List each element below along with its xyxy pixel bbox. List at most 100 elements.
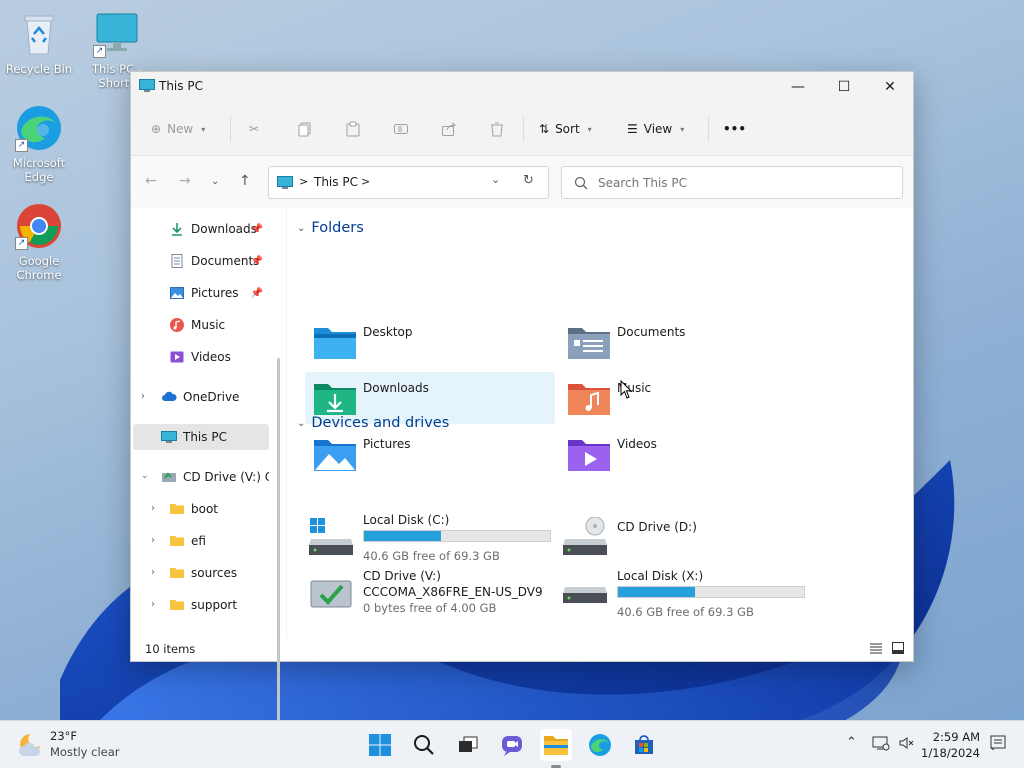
folder-icon [544, 736, 568, 755]
copy-button[interactable] [297, 117, 313, 141]
network-icon[interactable] [872, 735, 890, 751]
breadcrumb-separator[interactable]: > [361, 175, 370, 188]
copy-icon [298, 122, 311, 137]
chevron-down-icon: ⌄ [297, 417, 306, 429]
rename-button[interactable] [393, 117, 409, 141]
videos-folder-icon [568, 440, 610, 471]
folder-icon [170, 504, 184, 514]
details-view-icon[interactable] [869, 641, 883, 655]
search-box[interactable] [561, 166, 903, 199]
sidebar-item-cd-drive-v[interactable]: CD Drive (V:) CCCOMA_X86FRE_EN-US_DV9 [133, 464, 269, 490]
notification-icon[interactable] [990, 735, 1006, 751]
monitor-icon: ↗ [93, 10, 141, 58]
taskbar: 23°F Mostly clear ⌃ 2:59 AM 1/18/2024 [0, 720, 1024, 768]
delete-button[interactable] [489, 117, 505, 141]
sidebar-item-documents[interactable]: Documents 📌 [133, 248, 269, 274]
sidebar-item-videos[interactable]: Videos [133, 344, 269, 370]
drive-tile-x[interactable]: Local Disk (X:) 40.6 GB free of 69.3 GB [559, 569, 809, 625]
show-hidden-icons-chevron[interactable]: ⌃ [846, 735, 857, 750]
clock[interactable]: 2:59 AM 1/18/2024 [921, 729, 980, 761]
pin-icon[interactable]: 📌 [251, 224, 263, 235]
file-explorer-window: This PC — ☐ ✕ ⊕ New ▾ ✂ ⇅ Sort ▾ ☰ View … [130, 71, 914, 738]
drive-tile-v[interactable]: CD Drive (V:) CCCOMA_X86FRE_EN-US_DV9 0 … [305, 569, 555, 625]
sidebar-item-support[interactable]: support [133, 592, 269, 618]
up-button[interactable]: ↑ [239, 173, 251, 189]
view-button[interactable]: ☰ View ▾ [627, 117, 684, 141]
refresh-icon[interactable]: ↻ [523, 173, 534, 188]
address-bar[interactable]: > This PC > ⌄ ↻ [268, 166, 549, 199]
pin-icon[interactable]: 📌 [251, 256, 263, 267]
folder-tile-desktop[interactable]: Desktop [305, 316, 555, 368]
close-button[interactable]: ✕ [867, 72, 913, 102]
chevron-down-icon: ▾ [680, 124, 685, 134]
start-button[interactable] [364, 729, 396, 761]
sort-button[interactable]: ⇅ Sort ▾ [539, 117, 592, 141]
sidebar-item-downloads[interactable]: Downloads 📌 [133, 216, 269, 242]
folder-label: Downloads [363, 381, 429, 395]
shortcut-arrow-icon: ↗ [15, 237, 28, 250]
sidebar-item-sources[interactable]: sources [133, 560, 269, 586]
search-button[interactable] [408, 729, 440, 761]
divider [708, 116, 709, 142]
monitor-icon [161, 431, 177, 443]
volume-muted-icon[interactable] [898, 735, 914, 751]
folder-tile-music[interactable]: Music [559, 372, 809, 424]
trash-icon [491, 122, 503, 137]
desktop-recycle-bin[interactable]: Recycle Bin [0, 10, 78, 76]
sidebar-item-pictures[interactable]: Pictures 📌 [133, 280, 269, 306]
recent-locations-button[interactable]: ⌄ [211, 176, 219, 187]
chat-button[interactable] [496, 729, 528, 761]
drive-tile-c[interactable]: Local Disk (C:) 40.6 GB free of 69.3 GB [305, 513, 555, 569]
new-button[interactable]: ⊕ New ▾ [151, 117, 205, 141]
file-explorer-taskbar-button[interactable] [540, 729, 572, 761]
minimize-button[interactable]: — [775, 72, 821, 102]
folder-tile-videos[interactable]: Videos [559, 428, 809, 480]
drive-tile-d[interactable]: CD Drive (D:) [559, 513, 809, 569]
pictures-folder-icon [314, 440, 356, 471]
drive-name: Local Disk (C:) [363, 513, 450, 527]
cd-install-icon [310, 580, 352, 608]
sidebar-item-boot[interactable]: boot [133, 496, 269, 522]
cd-drive-icon [563, 517, 607, 555]
more-options-button[interactable]: ••• [723, 117, 746, 141]
forward-button[interactable]: → [179, 173, 191, 189]
section-header-folders[interactable]: ⌄ Folders [297, 220, 364, 236]
tiles-view-icon[interactable] [891, 641, 905, 655]
drive-free-space: 0 bytes free of 4.00 GB [363, 601, 497, 615]
title-bar[interactable]: This PC — ☐ ✕ [131, 72, 913, 102]
sidebar-item-onedrive[interactable]: OneDrive [133, 384, 269, 410]
sidebar-item-music[interactable]: Music [133, 312, 269, 338]
desktop-edge[interactable]: ↗ Microsoft Edge [0, 104, 78, 184]
task-view-button[interactable] [452, 729, 484, 761]
folder-label: Pictures [363, 437, 411, 451]
folder-tile-pictures[interactable]: Pictures [305, 428, 555, 480]
edge-icon: ↗ [15, 104, 63, 152]
paste-button[interactable] [345, 117, 361, 141]
sort-label: Sort [555, 122, 580, 136]
maximize-button[interactable]: ☐ [821, 72, 867, 102]
cut-button[interactable]: ✂ [249, 117, 259, 141]
drive-usage-bar [363, 530, 551, 542]
edge-taskbar-button[interactable] [584, 729, 616, 761]
sort-icon: ⇅ [539, 122, 550, 136]
sidebar-item-label: CD Drive (V:) CCCOMA_X86FRE_EN-US_DV9 [183, 470, 269, 484]
back-button[interactable]: ← [145, 173, 157, 189]
folder-tile-documents[interactable]: Documents [559, 316, 809, 368]
store-taskbar-button[interactable] [628, 729, 660, 761]
weather-widget[interactable]: 23°F Mostly clear [10, 726, 154, 764]
sidebar-item-this-pc[interactable]: This PC [133, 424, 269, 450]
sidebar-scrollbar[interactable] [277, 358, 280, 738]
section-header-devices[interactable]: ⌄ Devices and drives [297, 415, 449, 431]
sidebar-item-label: Videos [191, 350, 231, 364]
edge-icon [589, 734, 611, 756]
desktop-chrome[interactable]: ↗ Google Chrome [0, 202, 78, 282]
chevron-down-icon[interactable]: ⌄ [491, 173, 500, 186]
share-button[interactable] [441, 117, 457, 141]
breadcrumb-this-pc[interactable]: This PC [314, 175, 358, 189]
clock-time: 2:59 AM [932, 730, 980, 744]
sidebar-item-label: Downloads [191, 222, 257, 236]
sidebar-item-efi[interactable]: efi [133, 528, 269, 554]
scissors-icon: ✂ [249, 122, 260, 136]
pin-icon[interactable]: 📌 [251, 288, 263, 299]
search-input[interactable] [598, 175, 878, 190]
